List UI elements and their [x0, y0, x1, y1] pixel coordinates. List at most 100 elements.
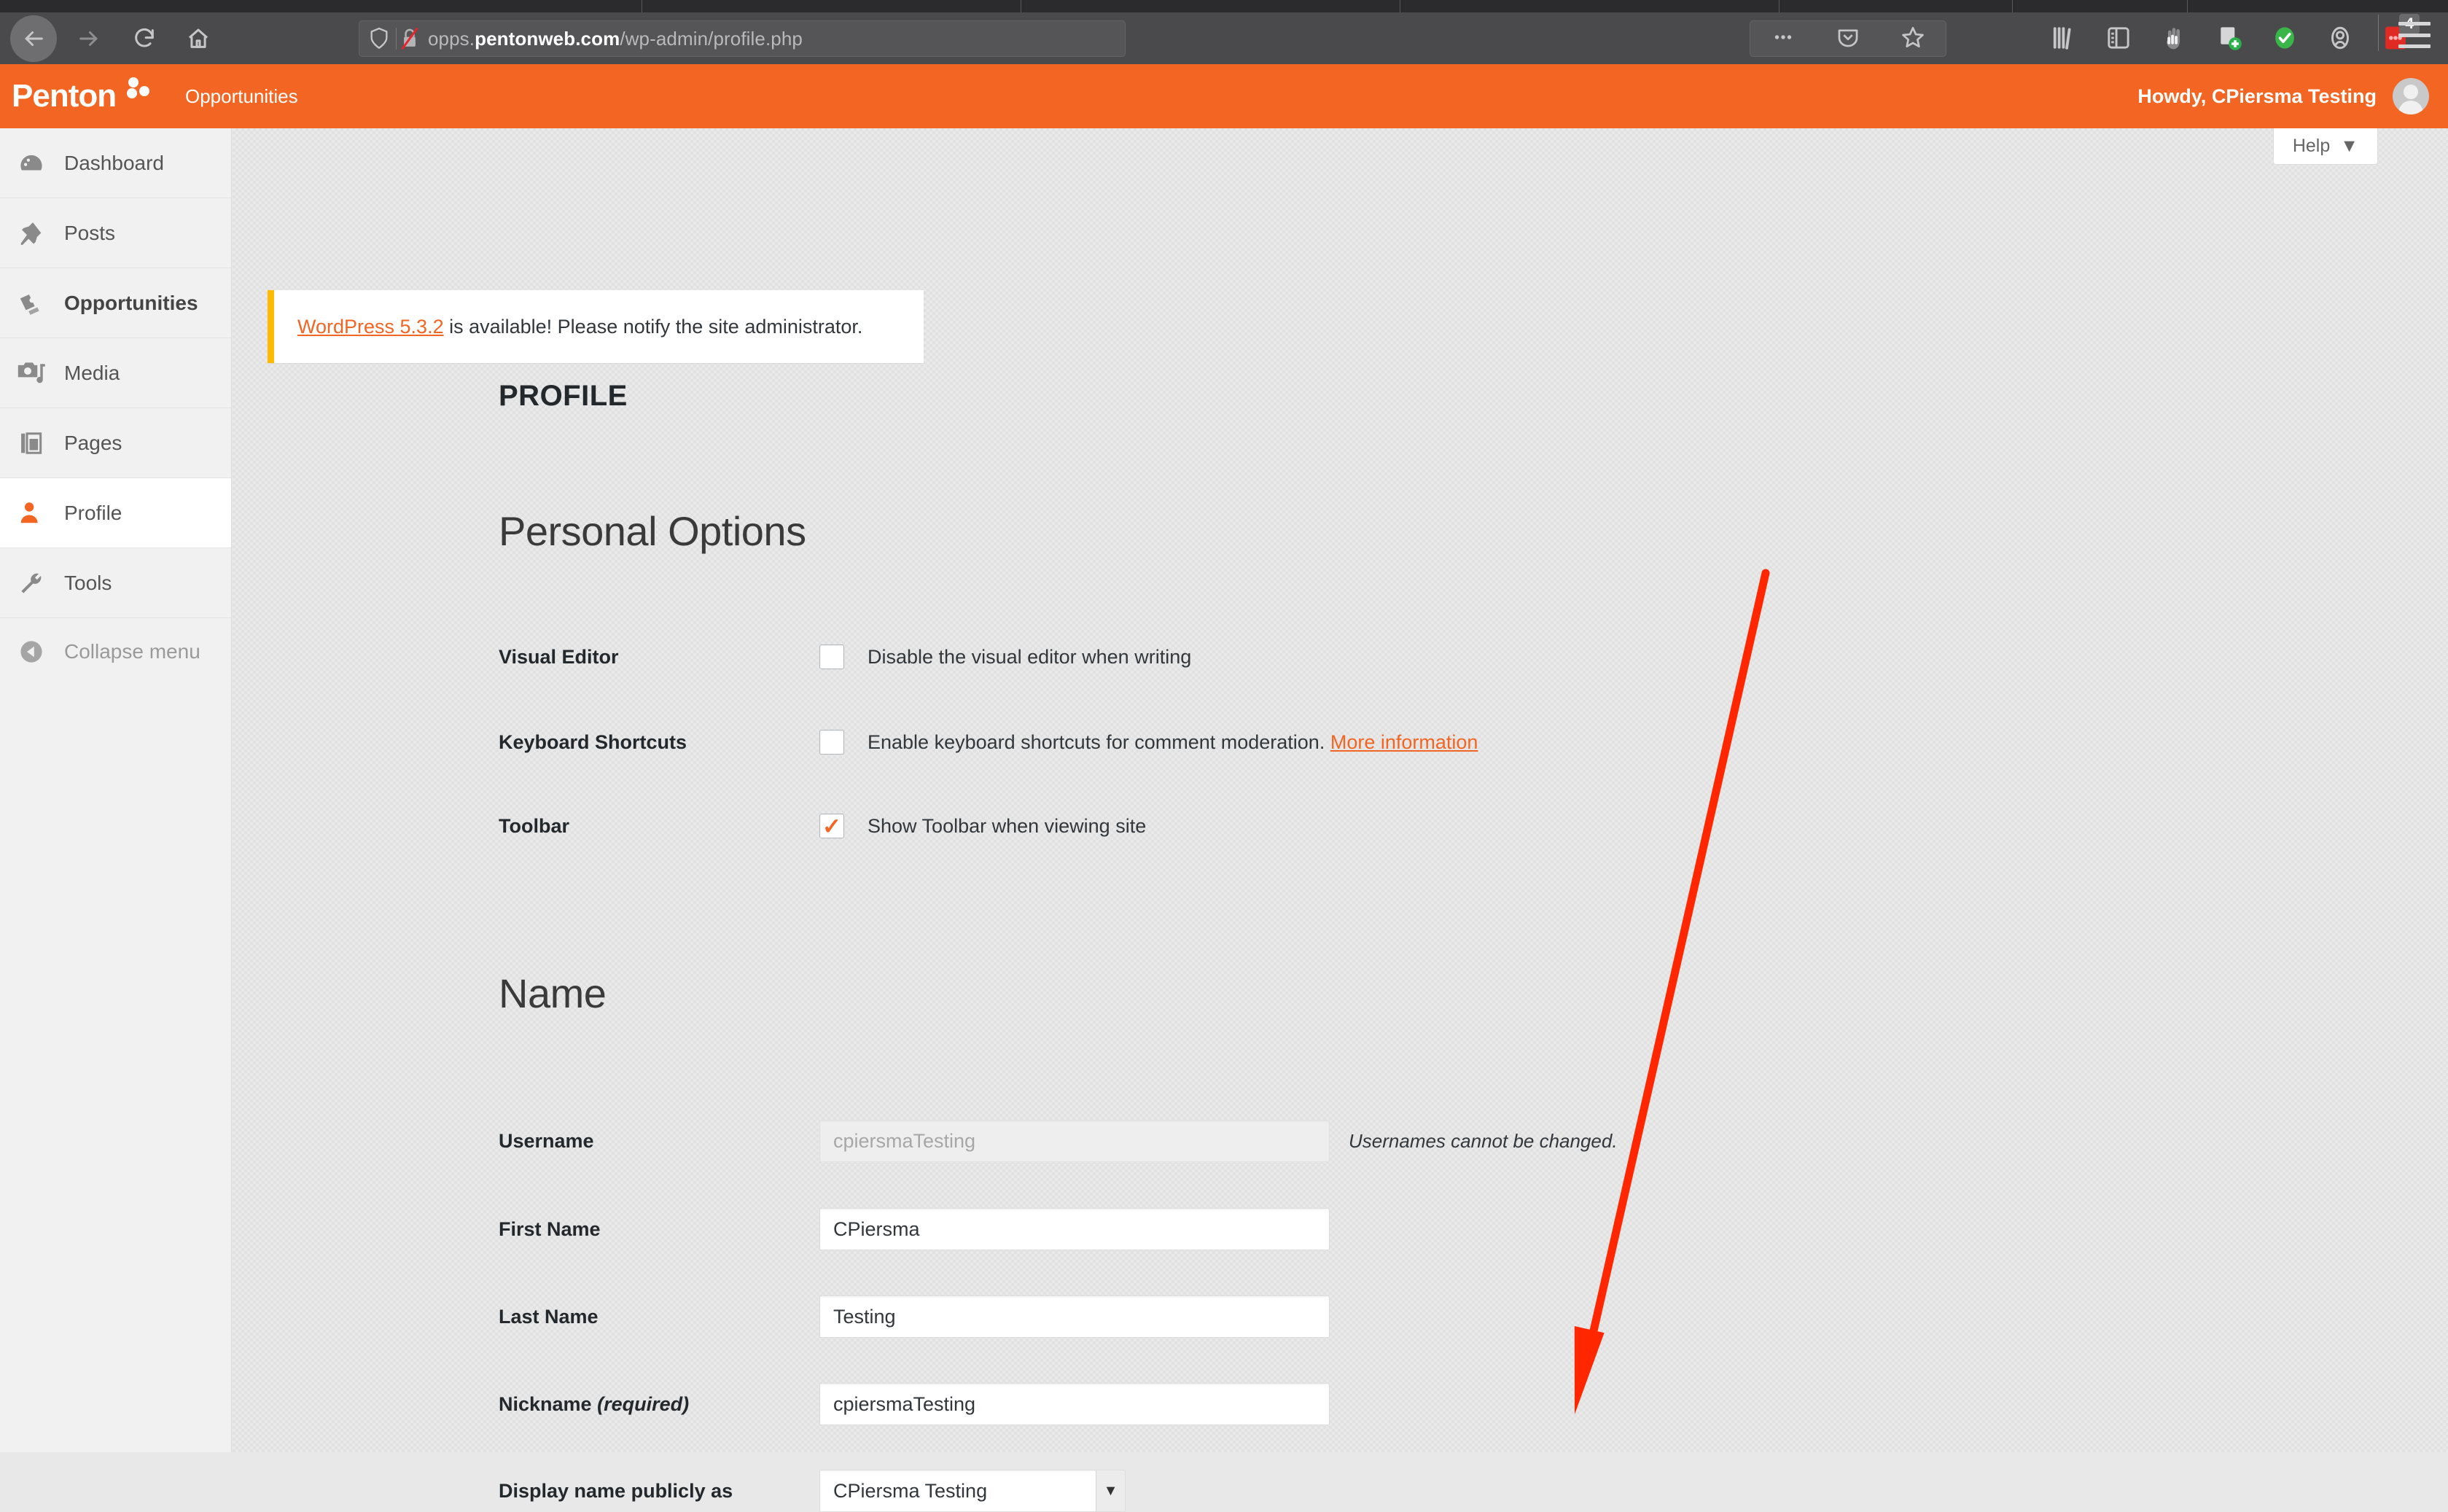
hamburger-menu-icon[interactable]: [2398, 22, 2431, 48]
admin-sidebar-menu: Dashboard Posts Opportunities Media Page…: [0, 128, 232, 1452]
keyboard-shortcuts-checkbox-label: Enable keyboard shortcuts for comment mo…: [868, 731, 1478, 754]
last-name-input[interactable]: [819, 1295, 1330, 1338]
tab-divider: [2187, 0, 2188, 12]
sidebar-item-opportunities[interactable]: Opportunities: [0, 268, 231, 338]
sidebar-item-label: Posts: [64, 221, 116, 244]
url-bar[interactable]: opps.pentonweb.com/wp-admin/profile.php: [359, 20, 1126, 57]
dashboard-gauge-icon: [15, 147, 48, 180]
account-icon[interactable]: [2326, 23, 2355, 53]
username-label: Username: [499, 1129, 594, 1152]
nickname-label-text: Nickname: [499, 1392, 598, 1415]
first-name-input[interactable]: [819, 1208, 1330, 1250]
help-tab-label: Help: [2292, 136, 2331, 156]
keyboard-shortcuts-checkbox[interactable]: [819, 730, 844, 755]
user-avatar-icon: [2393, 78, 2429, 114]
checkmark-status-icon[interactable]: [2270, 23, 2299, 53]
library-icon[interactable]: [2049, 23, 2078, 53]
username-input: [819, 1120, 1330, 1162]
sidebar-icon[interactable]: [2104, 23, 2133, 53]
notice-text: WordPress 5.3.2 is available! Please not…: [297, 316, 862, 338]
form-row-keyboard-shortcuts: Keyboard Shortcuts Enable keyboard short…: [499, 730, 1478, 755]
insecure-connection-lock-icon[interactable]: [399, 26, 421, 51]
name-section-heading: Name: [499, 970, 607, 1016]
sidebar-item-profile[interactable]: Profile: [0, 478, 231, 548]
bookmark-star-icon[interactable]: [1901, 25, 1925, 53]
sidebar-item-media[interactable]: Media: [0, 338, 231, 408]
wordpress-version-link[interactable]: WordPress 5.3.2: [297, 316, 444, 338]
sidebar-item-dashboard[interactable]: Dashboard: [0, 128, 231, 198]
save-page-icon[interactable]: [2215, 23, 2244, 53]
tracking-protection-shield-icon[interactable]: [368, 26, 390, 51]
more-information-link[interactable]: More information: [1330, 731, 1478, 753]
visual-editor-checkbox-label: Disable the visual editor when writing: [868, 645, 1192, 668]
sidebar-item-label: Pages: [64, 431, 122, 454]
browser-chrome: opps.pentonweb.com/wp-admin/profile.php: [0, 0, 2448, 64]
penton-logo[interactable]: Penton: [12, 76, 150, 117]
keyboard-shortcuts-label: Keyboard Shortcuts: [499, 730, 687, 753]
display-name-select[interactable]: CPiersma Testing: [819, 1470, 1126, 1512]
sidebar-item-tools[interactable]: Tools: [0, 548, 231, 618]
user-profile-icon: [15, 496, 48, 530]
form-row-first-name: First Name: [499, 1208, 1330, 1250]
howdy-text: Howdy, CPiersma Testing: [2137, 85, 2377, 107]
toolbar-checkbox[interactable]: ✓: [819, 814, 844, 838]
notice-rest-text: is available! Please notify the site adm…: [443, 315, 863, 338]
toolbar-checkbox-label: Show Toolbar when viewing site: [868, 814, 1147, 837]
home-icon[interactable]: [175, 15, 222, 62]
sidebar-item-pages[interactable]: Pages: [0, 408, 231, 478]
wp-admin-bar: Penton Opportunities Howdy, CPiersma Tes…: [0, 64, 2448, 128]
page-title: PROFILE: [499, 380, 628, 412]
display-name-label: Display name publicly as: [499, 1479, 733, 1502]
tab-divider: [1779, 0, 1780, 12]
back-arrow-icon[interactable]: [10, 15, 57, 62]
form-row-toolbar: Toolbar ✓ Show Toolbar when viewing site: [499, 814, 1146, 838]
tab-divider: [2012, 0, 2013, 12]
first-name-label: First Name: [499, 1217, 601, 1240]
keyboard-shortcuts-text: Enable keyboard shortcuts for comment mo…: [868, 730, 1325, 753]
logo-dot: [127, 88, 137, 98]
toolbar-separator: [2378, 15, 2379, 51]
form-row-nickname: Nickname (required): [499, 1383, 1330, 1425]
pages-icon: [15, 426, 48, 460]
sidebar-item-label: Opportunities: [64, 291, 198, 314]
display-name-select-wrapper[interactable]: CPiersma Testing ▼: [819, 1470, 1126, 1512]
page-actions-ellipsis-icon[interactable]: [1771, 25, 1796, 53]
toolbar-label: Toolbar: [499, 814, 569, 837]
select-arrow-icon[interactable]: ▼: [1096, 1470, 1125, 1511]
wrench-icon: [15, 566, 48, 600]
media-camera-icon: [17, 362, 45, 383]
privacy-hand-icon[interactable]: [2159, 23, 2188, 53]
form-row-display-name: Display name publicly as CPiersma Testin…: [499, 1470, 1126, 1512]
collapse-menu-button[interactable]: Collapse menu: [0, 618, 231, 685]
pocket-icon[interactable]: [1836, 25, 1860, 53]
nickname-label: Nickname (required): [499, 1393, 819, 1416]
sidebar-item-posts[interactable]: Posts: [0, 198, 231, 268]
chevron-down-icon: ▼: [2340, 136, 2358, 156]
account-menu[interactable]: Howdy, CPiersma Testing: [2137, 78, 2429, 114]
logo-dot: [139, 86, 149, 96]
site-name-link[interactable]: Opportunities: [185, 85, 298, 108]
pin-icon: [15, 217, 48, 250]
form-row-username: Username Usernames cannot be changed.: [499, 1120, 1618, 1162]
help-tab-button[interactable]: Help ▼: [2272, 128, 2378, 165]
url-bar-action-icons: [1750, 20, 1946, 57]
collapse-menu-label: Collapse menu: [64, 640, 200, 663]
browser-tab-strip[interactable]: [0, 0, 2448, 12]
url-divider: [396, 28, 397, 50]
collapse-left-arrow-icon: [15, 635, 48, 669]
sidebar-item-label: Dashboard: [64, 151, 164, 174]
tickets-icon: [15, 287, 48, 320]
last-name-label: Last Name: [499, 1305, 599, 1328]
visual-editor-label: Visual Editor: [499, 645, 619, 668]
username-helper-text: Usernames cannot be changed.: [1349, 1129, 1618, 1152]
sidebar-item-label: Profile: [64, 501, 122, 524]
personal-options-heading: Personal Options: [499, 508, 806, 554]
forward-arrow-icon[interactable]: [66, 15, 112, 62]
wordpress-update-notice: WordPress 5.3.2 is available! Please not…: [268, 290, 924, 363]
visual-editor-checkbox[interactable]: [819, 644, 844, 669]
main-content-area: Help ▼ WordPress 5.3.2 is available! Ple…: [233, 128, 2448, 1512]
form-row-last-name: Last Name: [499, 1295, 1330, 1338]
nickname-required-suffix: (required): [597, 1392, 690, 1415]
nickname-input[interactable]: [819, 1383, 1330, 1425]
reload-icon[interactable]: [121, 15, 168, 62]
